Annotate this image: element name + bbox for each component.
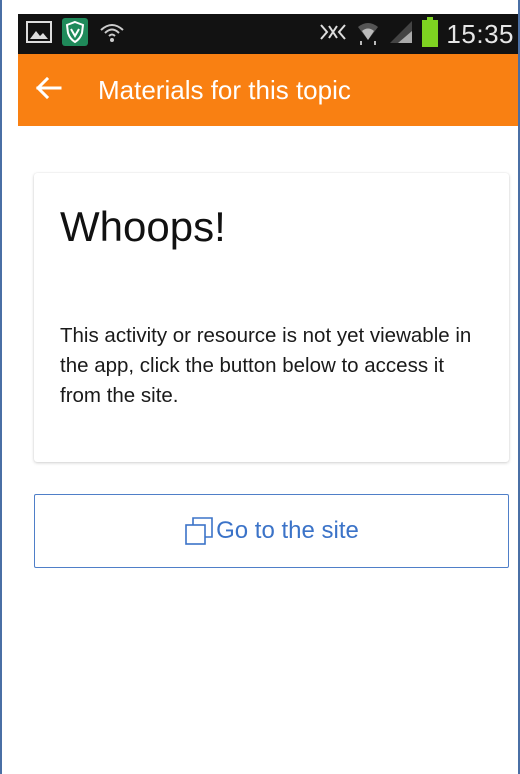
external-window-icon <box>184 516 214 546</box>
back-button[interactable] <box>20 54 76 126</box>
status-bar: 15:35 <box>18 14 518 54</box>
wifi-icon <box>356 18 380 51</box>
status-bar-left <box>26 14 126 54</box>
page-title: Materials for this topic <box>98 74 351 105</box>
phone-screen: 15:35 Materials for this topic Whoops! T… <box>18 0 518 774</box>
gallery-icon <box>26 20 52 49</box>
nfc-icon <box>318 20 348 49</box>
arrow-left-icon <box>34 76 62 105</box>
status-bar-right: 15:35 <box>318 14 514 54</box>
card-message: This activity or resource is not yet vie… <box>60 324 472 407</box>
card-title: Whoops! <box>60 203 226 250</box>
wifi-hotspot-icon <box>98 20 126 49</box>
error-card: Whoops! This activity or resource is not… <box>34 173 509 462</box>
go-to-site-button[interactable]: Go to the site <box>34 494 509 568</box>
status-time: 15:35 <box>446 18 514 49</box>
go-to-site-label: Go to the site <box>216 517 359 544</box>
app-bar: Materials for this topic <box>18 54 518 126</box>
battery-icon <box>422 16 439 52</box>
shield-icon <box>62 17 88 51</box>
signal-icon <box>388 19 414 50</box>
app-frame: 15:35 Materials for this topic Whoops! T… <box>0 0 520 774</box>
